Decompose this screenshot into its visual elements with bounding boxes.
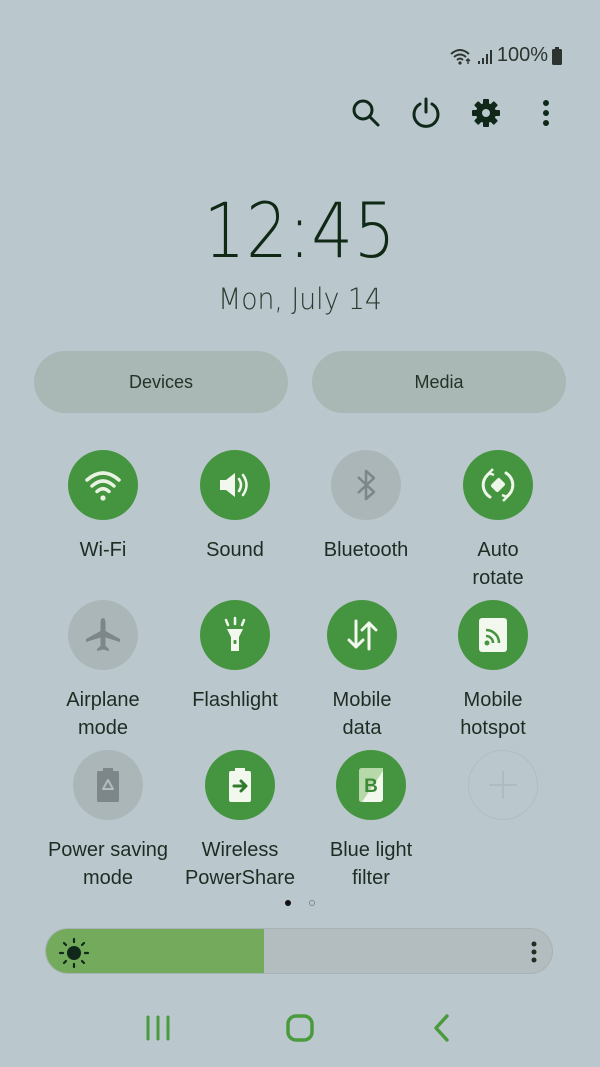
clock-date[interactable]: Mon, July 14 — [24, 282, 576, 316]
brightness-more-button[interactable] — [530, 941, 538, 968]
hotspot-icon — [479, 618, 507, 652]
powershare-icon — [229, 768, 251, 802]
speaker-icon — [220, 473, 248, 497]
mobile-data-icon — [347, 619, 378, 651]
status-bar: 100% — [449, 44, 562, 67]
svg-text:B: B — [364, 776, 378, 797]
recents-icon — [146, 1015, 170, 1041]
back-icon — [434, 1014, 449, 1042]
more-options-button[interactable] — [526, 93, 566, 133]
power-saving-icon — [97, 768, 119, 802]
sun-icon — [58, 937, 90, 973]
back-button[interactable] — [416, 1008, 466, 1048]
tile-label: Airplane mode — [66, 689, 140, 739]
tile-bluetooth[interactable]: Bluetooth — [301, 450, 431, 564]
wifi-icon — [85, 471, 121, 501]
airplane-icon — [86, 618, 120, 651]
more-vertical-icon — [531, 941, 537, 963]
devices-button[interactable]: Devices — [34, 351, 288, 413]
battery-text: 100% — [496, 44, 548, 66]
home-icon — [286, 1014, 314, 1042]
tile-toggle[interactable] — [331, 450, 401, 520]
tile-toggle[interactable] — [458, 600, 528, 670]
add-tile-button[interactable] — [468, 750, 538, 820]
tile-label: Auto rotate — [472, 539, 524, 589]
gear-icon — [472, 99, 500, 127]
tile-add[interactable] — [438, 750, 568, 836]
tile-flashlight[interactable]: Flashlight — [170, 600, 300, 714]
tile-toggle[interactable] — [200, 450, 270, 520]
search-icon — [352, 99, 380, 127]
recents-button[interactable] — [133, 1008, 183, 1048]
add-icon — [489, 771, 517, 799]
tile-label: Mobile hotspot — [460, 689, 526, 739]
battery-full-icon — [552, 46, 562, 65]
page-dot-active[interactable] — [285, 900, 291, 906]
tile-toggle[interactable] — [205, 750, 275, 820]
search-button[interactable] — [346, 93, 386, 133]
tile-label: Wi-Fi — [79, 539, 127, 561]
tile-blue-light-filter[interactable]: B Blue light filter — [306, 750, 436, 892]
tile-mobile-data[interactable]: Mobile data — [297, 600, 427, 742]
tile-wireless-powershare[interactable]: Wireless PowerShare — [175, 750, 305, 892]
auto-rotate-icon — [481, 468, 515, 502]
media-button[interactable]: Media — [312, 351, 566, 413]
tile-label: Sound — [206, 539, 264, 561]
tile-label: Mobile data — [332, 689, 392, 739]
tile-label: Flashlight — [192, 689, 278, 711]
wifi-data-icon — [449, 47, 473, 65]
tile-power-saving[interactable]: Power saving mode — [43, 750, 173, 892]
tile-label: Blue light filter — [329, 839, 413, 889]
tile-auto-rotate[interactable]: Auto rotate — [433, 450, 563, 592]
home-button[interactable] — [275, 1008, 325, 1048]
brightness-slider[interactable] — [45, 928, 553, 974]
tile-label: Bluetooth — [323, 539, 409, 561]
tile-toggle[interactable] — [73, 750, 143, 820]
tile-wifi[interactable]: Wi-Fi — [38, 450, 168, 564]
signal-bars-icon — [477, 48, 493, 64]
blue-light-filter-icon: B — [359, 768, 383, 802]
page-dot-inactive[interactable] — [309, 900, 315, 906]
power-button[interactable] — [406, 93, 446, 133]
tile-label: Power saving mode — [47, 839, 169, 889]
tile-sound[interactable]: Sound — [170, 450, 300, 564]
tile-toggle[interactable] — [463, 450, 533, 520]
top-actions — [340, 93, 570, 133]
navigation-bar — [0, 1008, 600, 1048]
tile-label: Wireless PowerShare — [184, 839, 296, 889]
tile-toggle[interactable] — [327, 600, 397, 670]
settings-button[interactable] — [466, 93, 506, 133]
tile-toggle[interactable]: B — [336, 750, 406, 820]
bluetooth-icon — [357, 469, 376, 501]
power-icon — [412, 97, 440, 128]
clock-time[interactable]: 12:45 — [42, 186, 558, 275]
page-indicator — [285, 900, 315, 906]
tile-airplane-mode[interactable]: Airplane mode — [38, 600, 168, 742]
tile-mobile-hotspot[interactable]: Mobile hotspot — [428, 600, 558, 742]
tile-toggle[interactable] — [200, 600, 270, 670]
tile-toggle[interactable] — [68, 450, 138, 520]
flashlight-icon — [224, 616, 246, 651]
more-vertical-icon — [543, 100, 549, 126]
tile-toggle[interactable] — [68, 600, 138, 670]
